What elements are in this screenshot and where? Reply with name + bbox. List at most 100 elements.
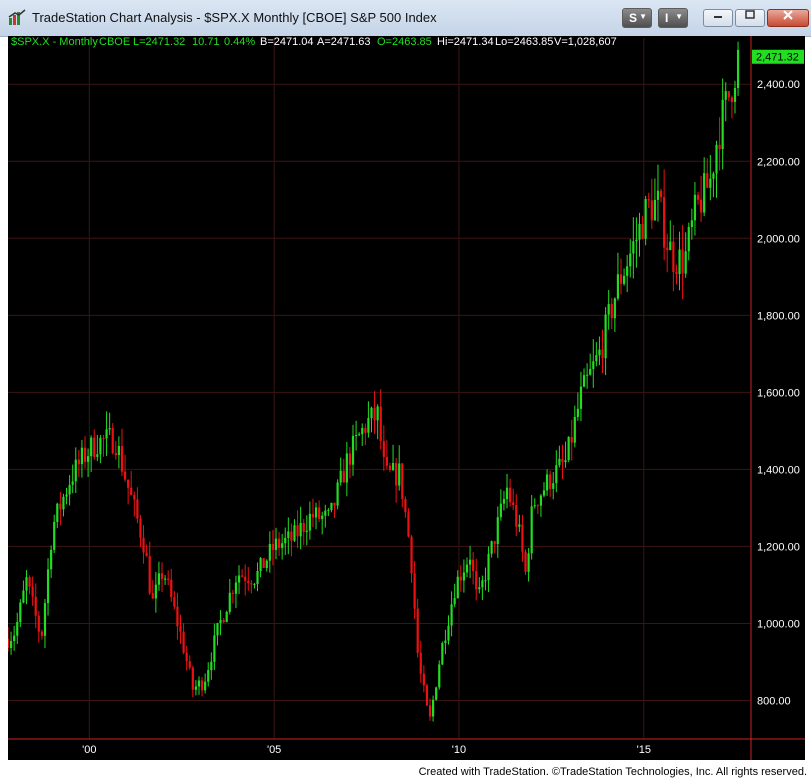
candle <box>407 508 410 538</box>
candle <box>345 441 348 497</box>
y-tick-label: 2,200.00 <box>757 156 800 168</box>
candle <box>619 258 623 295</box>
candle <box>247 567 250 591</box>
y-tick-label: 800.00 <box>757 695 791 707</box>
close-button[interactable] <box>767 9 809 27</box>
candle <box>582 368 586 388</box>
candle <box>228 579 231 615</box>
candle <box>709 154 712 201</box>
candle <box>539 493 543 517</box>
candle <box>499 489 502 521</box>
y-tick-label: 2,000.00 <box>757 233 800 245</box>
candle <box>281 533 284 560</box>
candle <box>413 560 416 619</box>
candle <box>90 435 93 472</box>
candle <box>68 475 71 506</box>
candle <box>287 517 290 555</box>
status-ask: A=2471.63 <box>317 36 371 48</box>
grid-lines <box>8 38 751 739</box>
candle <box>635 217 638 268</box>
candle <box>361 423 364 446</box>
candle <box>351 424 355 476</box>
candle <box>148 541 151 596</box>
candle <box>644 195 647 246</box>
candle <box>207 662 210 687</box>
candle <box>533 498 536 509</box>
candle <box>354 420 358 451</box>
x-tick-label: '10 <box>452 744 466 756</box>
candle <box>438 660 441 690</box>
candle <box>34 583 37 629</box>
candle <box>358 432 361 436</box>
window-title: TradeStation Chart Analysis - $SPX.X Mon… <box>32 10 437 25</box>
candle <box>706 158 709 189</box>
candle <box>401 462 404 508</box>
candle <box>114 441 117 460</box>
candle <box>216 622 219 646</box>
candle <box>265 559 268 572</box>
candle <box>465 557 469 578</box>
candle <box>136 487 139 524</box>
candle <box>672 225 675 292</box>
candle <box>259 556 262 578</box>
restore-button[interactable] <box>735 9 765 27</box>
candle <box>496 506 499 558</box>
candle <box>512 488 515 511</box>
candle <box>308 501 311 540</box>
candle <box>715 140 718 198</box>
candle <box>385 440 388 470</box>
chart-panel[interactable]: 800.00 1,000.00 1,200.00 1,400.00 1,600.00 1,… <box>8 36 805 760</box>
candle <box>111 423 114 455</box>
candle <box>376 404 379 440</box>
candle <box>234 575 238 609</box>
candle <box>262 558 265 569</box>
minimize-button[interactable] <box>703 9 733 27</box>
candle <box>669 220 672 251</box>
candle <box>74 447 77 494</box>
candle <box>16 612 19 644</box>
candle <box>462 559 466 593</box>
candle <box>552 471 555 500</box>
candle <box>305 515 308 546</box>
status-high: Hi=2471.34 <box>437 36 494 48</box>
candle <box>53 514 56 554</box>
candle <box>154 571 157 613</box>
candle <box>22 580 25 604</box>
candle <box>663 169 666 261</box>
candle <box>659 188 663 203</box>
candle <box>210 652 213 680</box>
candle <box>274 527 278 560</box>
candle <box>632 217 635 279</box>
status-exchange: CBOE <box>99 36 130 48</box>
candle <box>712 171 715 198</box>
candle <box>160 562 164 593</box>
symbol-link-button[interactable]: S ▼ <box>622 8 652 28</box>
candle <box>447 615 450 645</box>
candlestick-series <box>8 41 740 722</box>
candle <box>441 641 444 666</box>
candle <box>253 582 256 589</box>
candle <box>696 191 700 205</box>
y-tick-label: 1,000.00 <box>757 618 800 630</box>
candle <box>428 698 432 721</box>
indicator-button[interactable]: I ▼ <box>658 8 688 28</box>
candle <box>268 531 271 573</box>
chevron-down-icon: ▼ <box>675 12 683 21</box>
candle <box>518 514 521 533</box>
price-chart[interactable]: 800.00 1,000.00 1,200.00 1,400.00 1,600.00 1,… <box>8 36 805 760</box>
candle <box>404 496 407 518</box>
candle <box>182 623 185 655</box>
y-tick-label: 1,200.00 <box>757 541 800 553</box>
candle <box>459 565 462 592</box>
candle <box>102 435 105 457</box>
candle <box>505 473 509 509</box>
candle <box>179 614 182 644</box>
close-icon <box>783 10 793 20</box>
candle <box>481 575 484 601</box>
candle <box>93 429 96 460</box>
candle <box>37 611 40 643</box>
tradestation-app-icon <box>8 9 26 25</box>
candle <box>699 176 703 222</box>
restore-icon <box>745 10 755 19</box>
candle <box>194 680 198 696</box>
